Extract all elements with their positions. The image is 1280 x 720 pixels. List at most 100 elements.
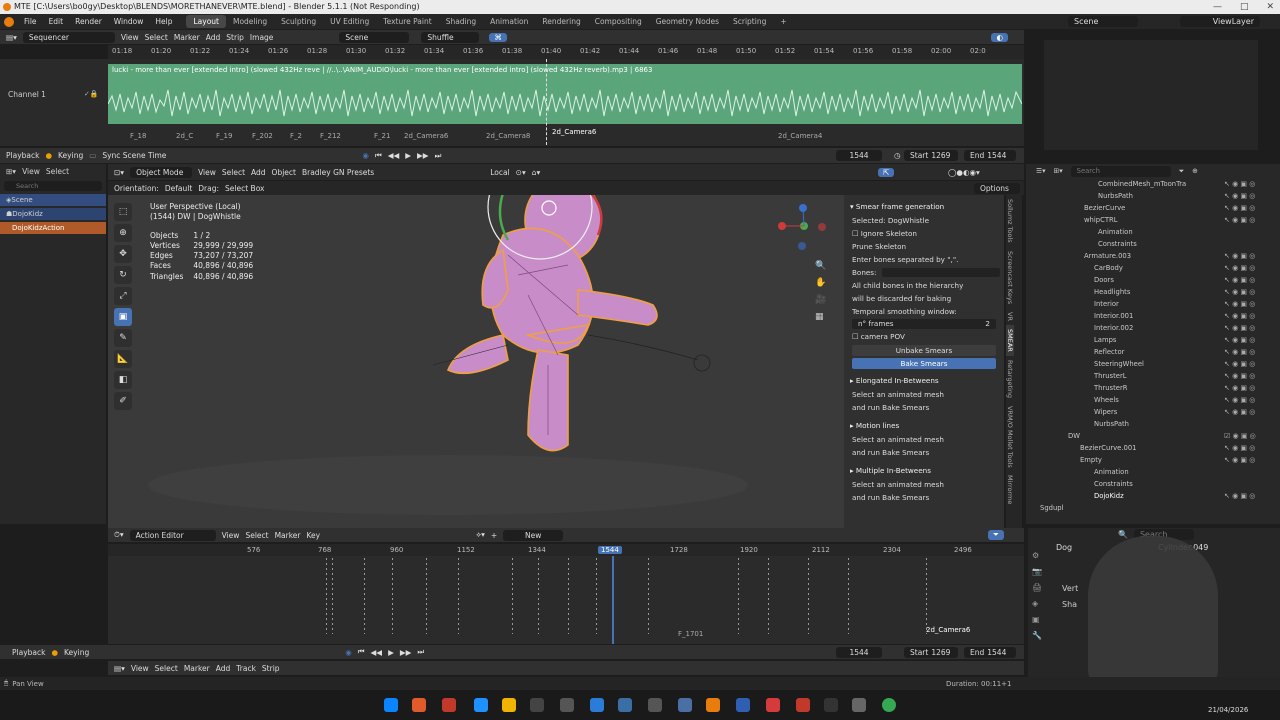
vscode-icon[interactable]: [590, 698, 604, 712]
add-workspace-button[interactable]: +: [773, 15, 793, 28]
visibility-icon[interactable]: ↖ ◉ ▣ ◎: [1224, 370, 1272, 382]
marker[interactable]: 2d_Camera6: [404, 132, 448, 140]
bake-smears-button[interactable]: Bake Smears: [852, 358, 996, 369]
sequencer-editor-selector[interactable]: Sequencer: [22, 31, 115, 43]
tab-vr[interactable]: VR: [1006, 308, 1014, 325]
marker-active[interactable]: 2d_Camera6: [552, 128, 596, 136]
outliner-item[interactable]: Animation: [1094, 466, 1129, 478]
transform-orientation-dropdown[interactable]: Local: [490, 168, 509, 177]
sequencer-ruler[interactable]: 01:18 01:20 01:22 01:24 01:26 01:28 01:3…: [108, 45, 1024, 59]
menu-file[interactable]: File: [18, 17, 43, 26]
elongated-section-header[interactable]: ▸ Elongated In-Betweens: [848, 373, 1000, 388]
outliner-item[interactable]: Constraints: [1094, 478, 1133, 490]
pen-app-icon[interactable]: [474, 698, 488, 712]
render-tab-icon[interactable]: 📷: [1032, 564, 1042, 580]
visibility-icon[interactable]: ↖ ◉ ▣ ◎: [1224, 298, 1272, 310]
outliner-item[interactable]: SteeringWheel: [1094, 358, 1144, 370]
record-icon[interactable]: ◉: [345, 648, 352, 657]
outliner-item[interactable]: Headlights: [1094, 286, 1130, 298]
outliner-item[interactable]: BezierCurve: [1084, 202, 1125, 214]
outliner-item[interactable]: Wheels: [1094, 394, 1119, 406]
tree-item-scene[interactable]: ◈ Scene: [0, 194, 106, 206]
orientation-dropdown[interactable]: Default: [165, 184, 192, 193]
action-menu-select[interactable]: Select: [245, 531, 268, 540]
visibility-icon[interactable]: ↖ ◉ ▣ ◎: [1224, 490, 1272, 502]
prev-key-icon[interactable]: ◀◀: [371, 648, 383, 657]
vp-menu-view[interactable]: View: [198, 168, 216, 177]
visibility-icon[interactable]: ↖ ◉ ▣ ◎: [1224, 274, 1272, 286]
visibility-icon[interactable]: ↖ ◉ ▣ ◎: [1224, 454, 1272, 466]
action-slot-icon[interactable]: ⟡▾: [476, 530, 485, 540]
tab-sculpting[interactable]: Sculpting: [274, 15, 323, 28]
editor-type-icon[interactable]: ⊡▾: [114, 168, 124, 177]
visibility-icon[interactable]: ↖ ◉ ▣ ◎: [1224, 190, 1272, 202]
visibility-icon[interactable]: ↖ ◉ ▣ ◎: [1224, 346, 1272, 358]
filter-toggle-icon[interactable]: ⏷: [988, 530, 1004, 540]
display-mode-icon[interactable]: ⊞▾: [1054, 167, 1063, 175]
app-icon[interactable]: [852, 698, 866, 712]
visibility-icon[interactable]: ↖ ◉ ▣ ◎: [1224, 262, 1272, 274]
outliner-item[interactable]: Interior.001: [1094, 310, 1133, 322]
marker[interactable]: F_202: [252, 132, 273, 140]
visibility-icon[interactable]: ↖ ◉ ▣ ◎: [1224, 334, 1272, 346]
channel-mute-icon[interactable]: ✓🔒: [84, 90, 99, 98]
jump-end-icon[interactable]: ⏭: [417, 647, 424, 657]
object-mode-dropdown[interactable]: Object Mode: [130, 166, 193, 178]
left-search-input[interactable]: Search: [4, 181, 102, 191]
keying-menu[interactable]: Keying: [58, 151, 83, 160]
multiple-inbetweens-section-header[interactable]: ▸ Multiple In-Betweens: [848, 463, 1000, 478]
action-editor-dropdown[interactable]: Action Editor: [129, 529, 216, 541]
outliner-item[interactable]: NurbsPath: [1098, 190, 1133, 202]
vp-menu-object[interactable]: Object: [272, 168, 296, 177]
tab-smear[interactable]: SMEAR: [1006, 324, 1014, 356]
app-icon[interactable]: [766, 698, 780, 712]
scene-tab-icon[interactable]: ◈: [1032, 596, 1042, 612]
seq-scene-field[interactable]: Scene: [339, 31, 410, 43]
zoom-icon[interactable]: 🔍: [815, 258, 826, 275]
visibility-icon[interactable]: [1224, 466, 1272, 478]
app-icon[interactable]: [678, 698, 692, 712]
editor-type-icon[interactable]: ▤▾: [114, 664, 125, 673]
start-button-icon[interactable]: [384, 698, 398, 712]
outliner-item[interactable]: Constraints: [1098, 238, 1137, 250]
bseq-menu-add[interactable]: Add: [216, 664, 231, 673]
seq-menu-marker[interactable]: Marker: [174, 33, 200, 42]
seq-menu-view[interactable]: View: [121, 33, 139, 42]
smear-section-header[interactable]: ▾ Smear frame generation: [848, 199, 1000, 214]
annotate-tool-icon[interactable]: ✎: [114, 329, 132, 347]
modifier-tab-icon[interactable]: 🔧: [1032, 628, 1042, 644]
play-icon[interactable]: ▶: [388, 648, 394, 657]
object-tab-icon[interactable]: ▣: [1032, 612, 1042, 628]
editor-type-icon[interactable]: ⏱▾: [114, 530, 124, 540]
add-cube-tool-icon[interactable]: ◧: [114, 371, 132, 389]
bseq-menu-marker[interactable]: Marker: [184, 664, 210, 673]
output-tab-icon[interactable]: 🖨: [1032, 580, 1042, 596]
visibility-icon[interactable]: ↖ ◉ ▣ ◎: [1224, 442, 1272, 454]
outliner-item[interactable]: NurbsPath: [1094, 418, 1129, 430]
outliner-item[interactable]: Lamps: [1094, 334, 1116, 346]
editor-type-icon[interactable]: ☰▾: [1036, 167, 1046, 175]
menu-edit[interactable]: Edit: [43, 17, 70, 26]
outliner-item[interactable]: Interior.002: [1094, 322, 1133, 334]
visibility-icon[interactable]: ↖ ◉ ▣ ◎: [1224, 202, 1272, 214]
blender-menu-icon[interactable]: [4, 16, 14, 27]
sequencer-markers[interactable]: F_18 2d_C F_19 F_202 F_2 F_212 F_21 2d_C…: [108, 128, 1022, 142]
cursor-tool-icon[interactable]: ⊕: [114, 224, 132, 242]
navigation-gizmo[interactable]: [776, 200, 832, 256]
pivot-icon[interactable]: ⊙▾: [516, 168, 526, 177]
menu-render[interactable]: Render: [69, 17, 108, 26]
action-playhead[interactable]: [612, 556, 614, 644]
jump-end-icon[interactable]: ⏭: [435, 151, 442, 161]
camera-view-icon[interactable]: 🎥: [815, 292, 826, 309]
tab-sollumz[interactable]: Sollumz Tools: [1006, 195, 1014, 247]
left-menu-select[interactable]: Select: [46, 167, 69, 176]
visibility-icon[interactable]: ↖ ◉ ▣ ◎: [1224, 310, 1272, 322]
marker[interactable]: 2d_Camera8: [486, 132, 530, 140]
seq-menu-add[interactable]: Add: [206, 33, 221, 42]
tab-animation[interactable]: Animation: [483, 15, 535, 28]
app-icon[interactable]: [796, 698, 810, 712]
select-tool-icon[interactable]: ⬚: [114, 203, 132, 221]
start-frame-field[interactable]: Start 1269: [904, 646, 958, 658]
vp-menu-select[interactable]: Select: [222, 168, 245, 177]
outliner-item[interactable]: Animation: [1098, 226, 1133, 238]
